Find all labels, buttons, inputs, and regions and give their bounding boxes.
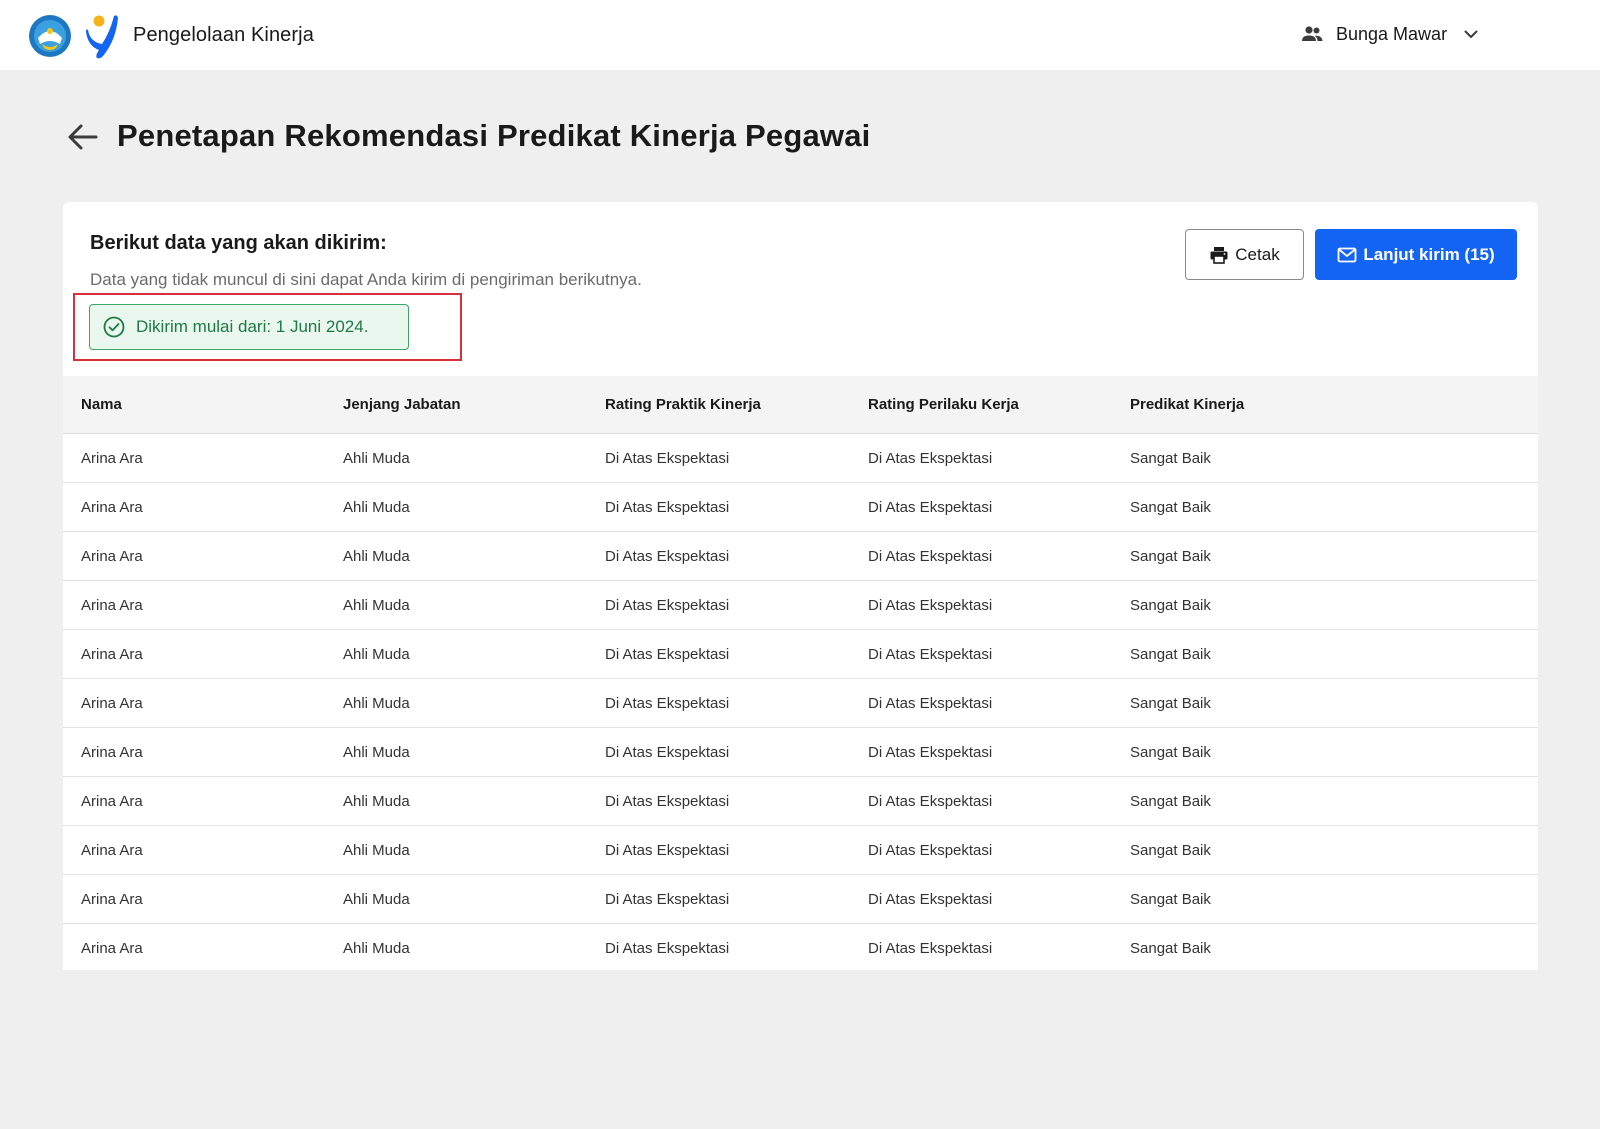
cell-predikat: Sangat Baik [1130, 547, 1211, 565]
table-row: Arina Ara Ahli Muda Di Atas Ekspektasi Di A… [63, 924, 1538, 970]
card-subtitle: Data yang tidak muncul di sini dapat And… [90, 270, 642, 289]
merdeka-logo [86, 15, 118, 59]
cell-jenjang-jabatan: Ahli Muda [343, 596, 410, 614]
cell-rating-perilaku: Di Atas Ekspektasi [868, 449, 993, 467]
header-jenjang-jabatan: Jenjang Jabatan [343, 396, 461, 413]
cell-rating-perilaku: Di Atas Ekspektasi [868, 694, 993, 712]
table-row: Arina Ara Ahli Muda Di Atas Ekspektasi Di A… [63, 777, 1538, 826]
user-name: Bunga Mawar [1336, 23, 1448, 44]
cell-jenjang-jabatan: Ahli Muda [343, 449, 410, 467]
table-row: Arina Ara Ahli Muda Di Atas Ekspektasi Di A… [63, 532, 1538, 581]
cell-rating-perilaku: Di Atas Ekspektasi [868, 547, 993, 565]
cell-rating-praktik: Di Atas Ekspektasi [605, 596, 730, 614]
app-title: Pengelolaan Kinerja [133, 24, 314, 46]
cell-predikat: Sangat Baik [1130, 939, 1211, 957]
table-row: Arina Ara Ahli Muda Di Atas Ekspektasi Di A… [63, 434, 1538, 483]
card-heading: Berikut data yang akan dikirim: [90, 232, 387, 254]
check-circle-icon [103, 316, 125, 338]
send-label: Lanjut kirim (15) [1363, 244, 1495, 264]
cell-rating-praktik: Di Atas Ekspektasi [605, 547, 730, 565]
header-rating-perilaku: Rating Perilaku Kerja [868, 396, 1019, 413]
cell-predikat: Sangat Baik [1130, 449, 1211, 467]
cell-rating-perilaku: Di Atas Ekspektasi [868, 792, 993, 810]
cell-predikat: Sangat Baik [1130, 841, 1211, 859]
cell-nama: Arina Ara [81, 645, 143, 663]
cell-rating-praktik: Di Atas Ekspektasi [605, 743, 730, 761]
cell-rating-praktik: Di Atas Ekspektasi [605, 841, 730, 859]
table-row: Arina Ara Ahli Muda Di Atas Ekspektasi Di A… [63, 679, 1538, 728]
table-row: Arina Ara Ahli Muda Di Atas Ekspektasi Di A… [63, 826, 1538, 875]
cell-rating-perilaku: Di Atas Ekspektasi [868, 743, 993, 761]
chevron-down-icon [1464, 30, 1478, 38]
printer-icon [1210, 246, 1228, 264]
cell-jenjang-jabatan: Ahli Muda [343, 498, 410, 516]
header-rating-praktik: Rating Praktik Kinerja [605, 396, 761, 413]
cell-rating-perilaku: Di Atas Ekspektasi [868, 498, 993, 516]
arrow-left-icon[interactable] [66, 120, 100, 154]
cell-nama: Arina Ara [81, 498, 143, 516]
cell-nama: Arina Ara [81, 547, 143, 565]
submission-card: Berikut data yang akan dikirim: Data yan… [63, 202, 1538, 970]
top-navbar: Pengelolaan Kinerja Bunga Mawar [0, 0, 1600, 70]
kemdikbud-logo [29, 15, 71, 57]
cell-nama: Arina Ara [81, 596, 143, 614]
send-date-notice: Dikirim mulai dari: 1 Juni 2024. [89, 304, 409, 350]
cell-jenjang-jabatan: Ahli Muda [343, 841, 410, 859]
cell-nama: Arina Ara [81, 890, 143, 908]
cell-predikat: Sangat Baik [1130, 645, 1211, 663]
cell-nama: Arina Ara [81, 743, 143, 761]
header-predikat: Predikat Kinerja [1130, 396, 1245, 413]
cell-jenjang-jabatan: Ahli Muda [343, 547, 410, 565]
cell-predikat: Sangat Baik [1130, 498, 1211, 516]
print-button[interactable]: Cetak [1185, 229, 1304, 280]
cell-rating-perilaku: Di Atas Ekspektasi [868, 841, 993, 859]
cell-jenjang-jabatan: Ahli Muda [343, 743, 410, 761]
cell-nama: Arina Ara [81, 449, 143, 467]
cell-jenjang-jabatan: Ahli Muda [343, 890, 410, 908]
cell-rating-perilaku: Di Atas Ekspektasi [868, 890, 993, 908]
cell-nama: Arina Ara [81, 841, 143, 859]
cell-predikat: Sangat Baik [1130, 890, 1211, 908]
cell-rating-perilaku: Di Atas Ekspektasi [868, 596, 993, 614]
cell-rating-praktik: Di Atas Ekspektasi [605, 498, 730, 516]
table-row: Arina Ara Ahli Muda Di Atas Ekspektasi Di A… [63, 581, 1538, 630]
cell-nama: Arina Ara [81, 694, 143, 712]
table-header: Nama Jenjang Jabatan Rating Praktik Kine… [63, 376, 1538, 434]
cell-jenjang-jabatan: Ahli Muda [343, 939, 410, 957]
cell-rating-praktik: Di Atas Ekspektasi [605, 645, 730, 663]
mail-icon [1337, 247, 1357, 262]
cell-rating-praktik: Di Atas Ekspektasi [605, 939, 730, 957]
table-row: Arina Ara Ahli Muda Di Atas Ekspektasi Di A… [63, 630, 1538, 679]
cell-jenjang-jabatan: Ahli Muda [343, 645, 410, 663]
cell-predikat: Sangat Baik [1130, 792, 1211, 810]
cell-rating-praktik: Di Atas Ekspektasi [605, 449, 730, 467]
cell-jenjang-jabatan: Ahli Muda [343, 694, 410, 712]
cell-rating-perilaku: Di Atas Ekspektasi [868, 939, 993, 957]
table-row: Arina Ara Ahli Muda Di Atas Ekspektasi Di A… [63, 483, 1538, 532]
cell-rating-praktik: Di Atas Ekspektasi [605, 890, 730, 908]
send-button[interactable]: Lanjut kirim (15) [1315, 229, 1517, 280]
employee-table: Nama Jenjang Jabatan Rating Praktik Kine… [63, 376, 1538, 970]
header-nama: Nama [81, 396, 122, 413]
page-title: Penetapan Rekomendasi Predikat Kinerja P… [117, 118, 871, 153]
table-row: Arina Ara Ahli Muda Di Atas Ekspektasi Di A… [63, 728, 1538, 777]
cell-predikat: Sangat Baik [1130, 694, 1211, 712]
cell-predikat: Sangat Baik [1130, 596, 1211, 614]
cell-nama: Arina Ara [81, 792, 143, 810]
table-body: Arina Ara Ahli Muda Di Atas Ekspektasi Di A… [63, 434, 1538, 970]
print-label: Cetak [1235, 244, 1280, 264]
people-icon [1302, 26, 1323, 41]
cell-nama: Arina Ara [81, 939, 143, 957]
table-row: Arina Ara Ahli Muda Di Atas Ekspektasi Di A… [63, 875, 1538, 924]
cell-predikat: Sangat Baik [1130, 743, 1211, 761]
cell-rating-praktik: Di Atas Ekspektasi [605, 792, 730, 810]
user-menu[interactable]: Bunga Mawar [1300, 18, 1481, 50]
cell-jenjang-jabatan: Ahli Muda [343, 792, 410, 810]
cell-rating-praktik: Di Atas Ekspektasi [605, 694, 730, 712]
cell-rating-perilaku: Di Atas Ekspektasi [868, 645, 993, 663]
notice-text: Dikirim mulai dari: 1 Juni 2024. [136, 317, 369, 336]
